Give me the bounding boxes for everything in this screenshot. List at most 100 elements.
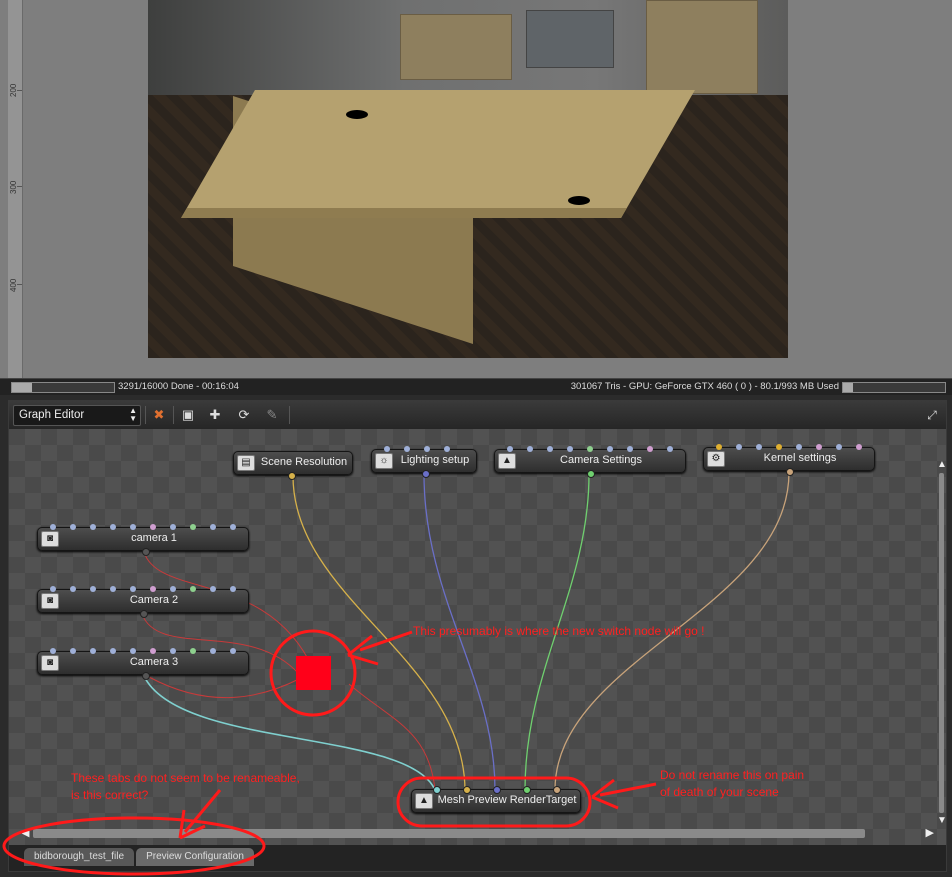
- input-pin[interactable]: [424, 446, 430, 452]
- input-pin[interactable]: [507, 446, 513, 452]
- node-camera-3[interactable]: ◙ Camera 3: [37, 648, 249, 680]
- output-pin[interactable]: [422, 470, 430, 478]
- vertical-scrollbar[interactable]: ▲ ▼: [937, 459, 946, 845]
- input-pin[interactable]: [130, 586, 136, 592]
- input-pin[interactable]: [647, 446, 653, 452]
- input-pin[interactable]: [130, 648, 136, 654]
- node-camera-1[interactable]: ◙ camera 1: [37, 524, 249, 556]
- camera-toggle-icon[interactable]: ⟳: [235, 406, 253, 424]
- input-pin[interactable]: [150, 524, 156, 530]
- annotation-tabs-note-line2: is this correct?: [71, 788, 149, 802]
- horizontal-scrollbar[interactable]: ◀ ▶: [17, 826, 934, 839]
- expand-icon[interactable]: ⤢: [923, 406, 941, 424]
- render-viewport[interactable]: 200 300 400: [0, 0, 952, 378]
- input-pin[interactable]: [230, 524, 236, 530]
- input-pin[interactable]: [190, 586, 196, 592]
- annotation-rename-note-line1: Do not rename this on pain: [660, 768, 805, 782]
- input-pin[interactable]: [796, 444, 802, 450]
- output-pin[interactable]: [142, 548, 150, 556]
- input-pin[interactable]: [190, 648, 196, 654]
- node-label: Camera 3: [129, 656, 179, 668]
- scroll-left-icon[interactable]: ◀: [21, 826, 29, 839]
- editor-type-select[interactable]: Graph Editor ▲ ▼: [13, 405, 141, 426]
- input-pin[interactable]: [210, 524, 216, 530]
- node-kernel-settings[interactable]: ⚙ Kernel settings: [703, 444, 875, 476]
- input-pin[interactable]: [553, 786, 561, 794]
- output-pin[interactable]: [140, 610, 148, 618]
- tab-bidborough-test-file[interactable]: bidborough_test_file: [23, 847, 135, 867]
- input-pin[interactable]: [110, 586, 116, 592]
- render-progress-bar: [11, 382, 115, 393]
- input-pin[interactable]: [404, 446, 410, 452]
- input-pin[interactable]: [210, 648, 216, 654]
- tab-preview-configuration[interactable]: Preview Configuration: [135, 847, 255, 867]
- input-pin[interactable]: [816, 444, 822, 450]
- input-pin[interactable]: [150, 586, 156, 592]
- brush-icon[interactable]: ✎: [263, 406, 281, 424]
- scroll-up-icon[interactable]: ▲: [937, 459, 946, 470]
- node-camera-2[interactable]: ◙ Camera 2: [37, 586, 249, 618]
- node-lighting-setup[interactable]: ☼ Lighting setup: [371, 446, 477, 478]
- select-arrows-icon: ▲ ▼: [129, 406, 137, 423]
- input-pin[interactable]: [856, 444, 862, 450]
- input-pin[interactable]: [836, 444, 842, 450]
- input-pin[interactable]: [607, 446, 613, 452]
- input-pin[interactable]: [170, 648, 176, 654]
- input-pin[interactable]: [70, 524, 76, 530]
- input-pin[interactable]: [776, 444, 782, 450]
- render-target-icon[interactable]: ▣: [179, 406, 197, 424]
- input-pin[interactable]: [170, 524, 176, 530]
- node-mesh-preview-render-target[interactable]: ▲ Mesh Preview RenderTarget: [411, 786, 581, 813]
- input-pin[interactable]: [230, 586, 236, 592]
- input-pin[interactable]: [50, 648, 56, 654]
- annotation-tabs-note-line1: These tabs do not seem to be renameable,: [71, 771, 300, 785]
- input-pin[interactable]: [90, 586, 96, 592]
- input-pin[interactable]: [50, 524, 56, 530]
- output-pin[interactable]: [786, 468, 794, 476]
- input-pin[interactable]: [70, 648, 76, 654]
- input-pin[interactable]: [587, 446, 593, 452]
- input-pin[interactable]: [110, 524, 116, 530]
- node-scene-resolution[interactable]: ▤ Scene Resolution: [233, 451, 353, 480]
- input-pin[interactable]: [384, 446, 390, 452]
- output-pin[interactable]: [587, 470, 595, 478]
- render-target-node-icon: ▲: [415, 793, 433, 809]
- input-pin[interactable]: [230, 648, 236, 654]
- input-pin[interactable]: [90, 648, 96, 654]
- input-pin[interactable]: [463, 786, 471, 794]
- input-pin[interactable]: [547, 446, 553, 452]
- input-pin[interactable]: [567, 446, 573, 452]
- input-pin[interactable]: [523, 786, 531, 794]
- input-pin[interactable]: [527, 446, 533, 452]
- input-pin[interactable]: [210, 586, 216, 592]
- input-pin[interactable]: [190, 524, 196, 530]
- node-camera-settings[interactable]: ▲ Camera Settings: [494, 446, 686, 478]
- input-pin[interactable]: [170, 586, 176, 592]
- input-pin[interactable]: [736, 444, 742, 450]
- output-pin[interactable]: [142, 672, 150, 680]
- node-delete-icon[interactable]: ✖: [150, 406, 168, 424]
- node-label: Camera 2: [129, 594, 179, 606]
- scroll-down-icon[interactable]: ▼: [937, 815, 946, 826]
- output-pin[interactable]: [288, 472, 296, 480]
- input-pin[interactable]: [130, 524, 136, 530]
- input-pin[interactable]: [90, 524, 96, 530]
- input-pin[interactable]: [716, 444, 722, 450]
- input-pin[interactable]: [110, 648, 116, 654]
- scroll-thumb[interactable]: [33, 829, 865, 838]
- switch-node-placeholder: [296, 656, 331, 690]
- input-pin[interactable]: [150, 648, 156, 654]
- camera-add-icon[interactable]: ✚: [206, 406, 224, 424]
- input-pin[interactable]: [70, 586, 76, 592]
- input-pin[interactable]: [627, 446, 633, 452]
- input-pin[interactable]: [433, 786, 441, 794]
- input-pin[interactable]: [756, 444, 762, 450]
- render-progress-text: 3291/16000 Done - 00:16:04: [118, 381, 239, 392]
- scroll-thumb[interactable]: [939, 473, 944, 813]
- input-pin[interactable]: [667, 446, 673, 452]
- graph-editor-toolbar: Graph Editor ▲ ▼ ✖ ▣ ✚ ⟳ ✎ ⤢: [9, 401, 946, 429]
- input-pin[interactable]: [50, 586, 56, 592]
- input-pin[interactable]: [444, 446, 450, 452]
- input-pin[interactable]: [493, 786, 501, 794]
- scroll-right-icon[interactable]: ▶: [926, 826, 934, 839]
